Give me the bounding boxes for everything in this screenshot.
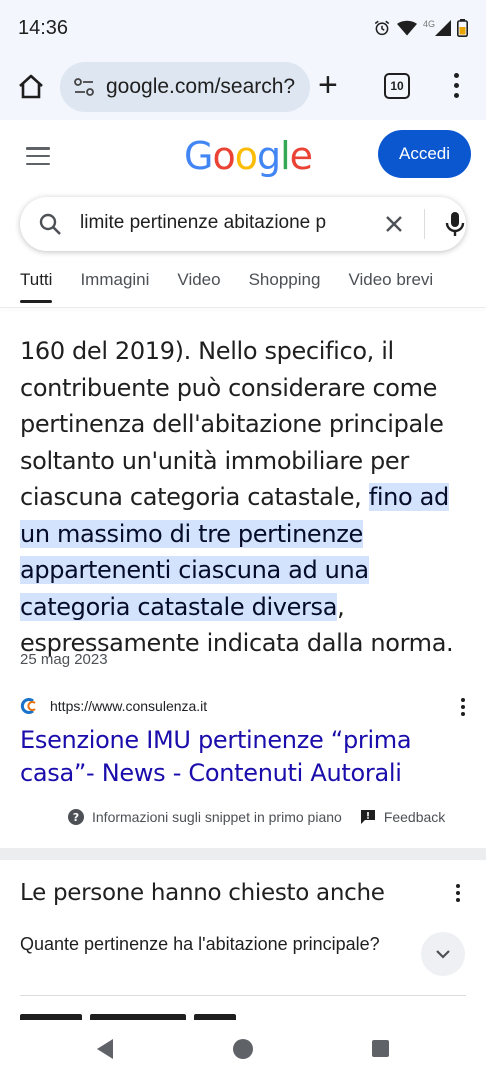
tab-shopping[interactable]: Shopping (249, 270, 321, 306)
site-settings-icon (74, 78, 94, 96)
paa-expand-button[interactable] (421, 932, 465, 976)
paa-more-icon[interactable] (455, 884, 461, 902)
signin-button[interactable]: Accedi (378, 130, 471, 178)
search-divider (424, 209, 425, 239)
recents-icon[interactable] (372, 1040, 389, 1057)
browser-toolbar: google.com/search? + 10 (0, 56, 486, 120)
clear-icon[interactable] (382, 212, 406, 236)
tabs-divider (0, 307, 486, 308)
featured-snippet-text: 160 del 2019). Nello specifico, il contr… (20, 333, 470, 662)
signal-icon (435, 20, 451, 36)
paa-title: Le persone hanno chiesto anche (20, 880, 385, 906)
google-logo[interactable]: Google (184, 134, 313, 178)
home-button[interactable] (16, 72, 46, 107)
source-url: https://www.consulenza.it (50, 698, 208, 714)
snippet-info-row: ? Informazioni sugli snippet in primo pi… (68, 806, 445, 828)
microphone-icon[interactable] (442, 210, 468, 238)
alarm-icon (374, 20, 390, 36)
feedback-label: Feedback (383, 809, 446, 825)
status-icons: 4G (373, 19, 468, 37)
snippet-date: 25 mag 2023 (20, 651, 108, 668)
status-bar: 14:36 4G (0, 0, 486, 56)
browser-menu-button[interactable] (446, 70, 466, 100)
url-text: google.com/search? (106, 75, 296, 98)
address-bar[interactable]: google.com/search? (60, 62, 310, 112)
search-icon (39, 213, 61, 235)
home-nav-icon[interactable] (233, 1039, 253, 1059)
result-more-icon[interactable] (460, 698, 466, 716)
tab-video[interactable]: Video (177, 270, 220, 306)
help-icon: ? (68, 809, 84, 825)
chevron-down-icon (436, 950, 450, 959)
status-time: 14:36 (18, 16, 69, 39)
snippet-info-link[interactable]: Informazioni sugli snippet in primo pian… (92, 809, 342, 825)
network-type: 4G (422, 19, 435, 29)
paa-divider (20, 995, 466, 996)
section-divider (0, 848, 486, 860)
result-title-link[interactable]: Esenzione IMU pertinenze “prima casa”- N… (20, 724, 460, 790)
feedback-button[interactable]: Feedback (360, 809, 445, 825)
home-icon (19, 74, 43, 99)
feedback-icon (360, 810, 375, 824)
wifi-icon (396, 20, 417, 36)
tab-switcher-button[interactable]: 10 (384, 73, 410, 99)
search-tabs: Tutti Immagini Video Shopping Video brev… (0, 270, 486, 306)
paa-question[interactable]: Quante pertinenze ha l'abitazione princi… (20, 932, 380, 956)
tab-short-videos[interactable]: Video brevi (348, 270, 433, 306)
system-nav-bar (0, 1020, 486, 1080)
tab-images[interactable]: Immagini (80, 270, 149, 306)
search-input[interactable]: limite pertinenze abitazione p (80, 212, 370, 234)
search-box[interactable]: limite pertinenze abitazione p (20, 197, 466, 251)
consulenza-favicon-icon (20, 698, 36, 714)
result-source[interactable]: https://www.consulenza.it (20, 696, 466, 716)
battery-icon (457, 19, 468, 37)
svg-text:?: ? (73, 811, 79, 824)
hamburger-menu-icon[interactable] (26, 147, 50, 165)
new-tab-button[interactable]: + (318, 68, 338, 102)
tab-all[interactable]: Tutti (20, 270, 53, 306)
back-icon[interactable] (95, 1038, 115, 1060)
